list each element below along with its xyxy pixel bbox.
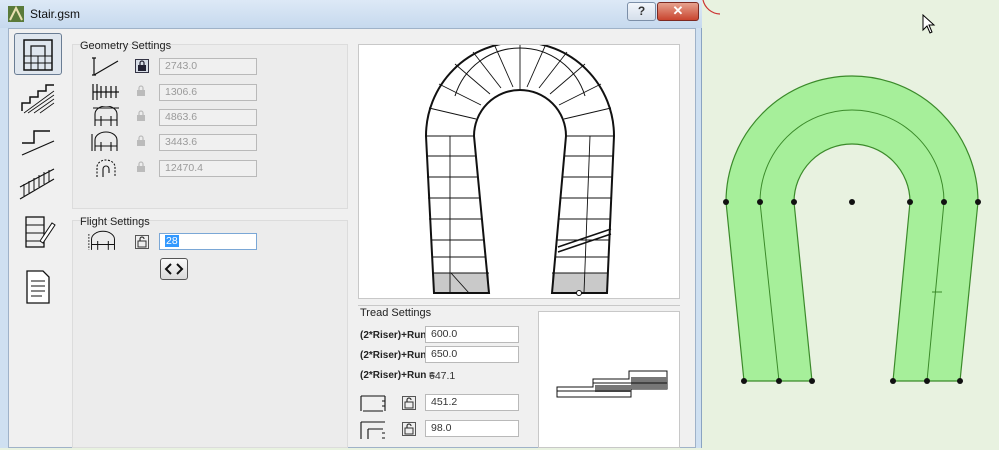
stair-height-icon	[92, 57, 119, 76]
lock-icon-width[interactable]	[135, 85, 149, 99]
mouse-cursor-icon	[922, 14, 936, 34]
section-tab[interactable]	[14, 77, 62, 119]
lock-icon-nosing[interactable]	[402, 422, 416, 436]
lock-icon-walkline[interactable]	[135, 161, 149, 175]
floor-plan-canvas[interactable]	[702, 0, 999, 448]
settings-tab-strip	[14, 33, 66, 313]
rule-current-value: 647.1	[429, 370, 456, 382]
lock-icon-length[interactable]	[135, 110, 149, 124]
railing-tab[interactable]	[14, 165, 62, 207]
listing-document-icon	[26, 270, 50, 304]
stair-plan-preview-drawing	[424, 41, 616, 296]
lock-icon-risers[interactable]	[135, 235, 149, 249]
stair-length-icon	[93, 106, 119, 126]
close-button[interactable]: ✕	[657, 2, 699, 21]
listing-tab[interactable]	[14, 267, 62, 309]
walkline-length-field[interactable]: 12470.4	[159, 160, 257, 177]
stair-length-field[interactable]: 4863.6	[159, 109, 257, 126]
structure-edit-icon	[25, 216, 56, 248]
floor-plan-tab[interactable]	[14, 33, 62, 75]
left-right-arrows-icon	[164, 263, 184, 275]
riser-count-icon	[88, 230, 115, 250]
stair-depth-field[interactable]: 3443.6	[159, 134, 257, 151]
stair-outline	[725, 75, 979, 382]
stair-height-field[interactable]: 2743.0	[159, 58, 257, 75]
flight-settings-panel	[72, 220, 348, 448]
title-bar[interactable]: Stair.gsm ? ✕	[0, 0, 702, 28]
riser-icon	[21, 130, 55, 156]
geometry-settings-title: Geometry Settings	[80, 40, 172, 52]
tread-settings-title: Tread Settings	[360, 307, 432, 319]
flight-settings-title: Flight Settings	[80, 216, 150, 228]
lock-icon-run[interactable]	[402, 396, 416, 410]
stair-settings-dialog: Stair.gsm ? ✕ Geometry Settings 2743.0 1…	[0, 0, 702, 448]
nosing-field[interactable]: 98.0	[425, 420, 519, 437]
window-title: Stair.gsm	[30, 7, 81, 21]
stair-width-icon	[92, 84, 119, 100]
riser-count-value: 28	[165, 235, 179, 247]
plan-preview	[358, 41, 680, 299]
stair-width-field[interactable]: 1306.6	[159, 84, 257, 101]
section-icon	[21, 84, 55, 114]
floor-plan-icon	[23, 39, 53, 71]
tread-run-field[interactable]: 451.2	[425, 394, 519, 411]
lock-icon-height[interactable]	[135, 59, 149, 73]
rule-min-field[interactable]: 600.0	[425, 326, 519, 343]
lock-icon-depth[interactable]	[135, 135, 149, 149]
railing-icon	[19, 168, 55, 200]
riser-count-field[interactable]: 28	[159, 233, 257, 250]
archicad-object-icon	[8, 6, 24, 22]
help-button[interactable]: ?	[627, 2, 656, 21]
tread-profile-drawing	[556, 370, 668, 398]
tread-preview	[538, 311, 680, 448]
nosing-icon	[360, 421, 385, 439]
riser-tab[interactable]	[14, 121, 62, 163]
rule-max-field[interactable]: 650.0	[425, 346, 519, 363]
tread-run-icon	[360, 395, 386, 412]
flip-direction-button[interactable]	[160, 258, 188, 280]
walkline-length-icon	[96, 159, 116, 177]
tread-separator	[358, 305, 680, 306]
rule-current-label: (2*Riser)+Run =	[360, 370, 436, 381]
structure-tab[interactable]	[14, 211, 62, 253]
stair-depth-icon	[91, 131, 118, 151]
